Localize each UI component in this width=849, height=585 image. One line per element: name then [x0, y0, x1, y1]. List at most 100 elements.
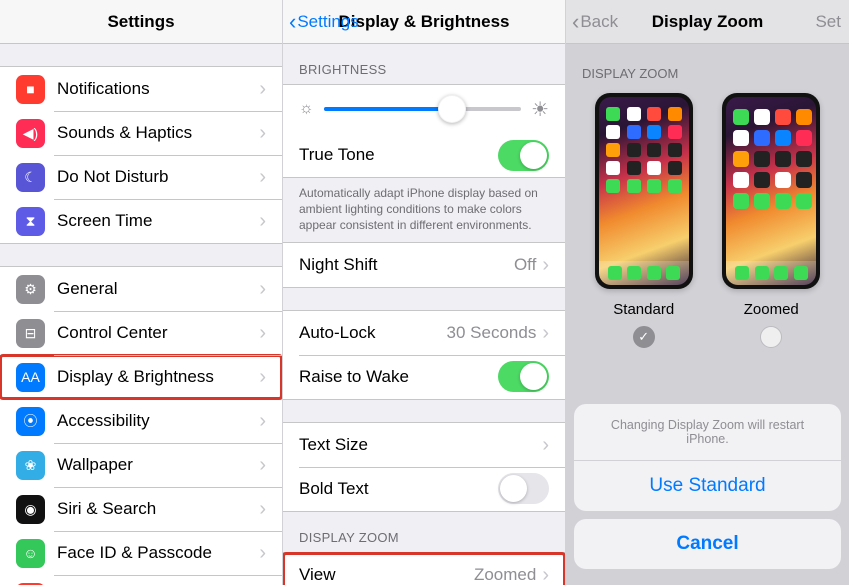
night-shift-value: Off	[514, 255, 536, 275]
auto-lock-row[interactable]: Auto-Lock 30 Seconds ›	[283, 311, 565, 355]
faceid-icon: ☺	[16, 539, 45, 568]
row-label: Siri & Search	[57, 499, 259, 519]
settings-row-display-brightness[interactable]: AA Display & Brightness›	[0, 355, 282, 399]
chevron-right-icon: ›	[259, 411, 266, 431]
display-zoom-header: DISPLAY ZOOM	[283, 512, 565, 552]
brightness-scroll[interactable]: BRIGHTNESS ☼ ☀ True Tone Automatically a…	[283, 44, 565, 585]
bold-text-label: Bold Text	[299, 479, 498, 499]
chevron-right-icon: ›	[259, 367, 266, 387]
chevron-right-icon: ›	[259, 123, 266, 143]
settings-row-do-not-disturb[interactable]: ☾ Do Not Disturb›	[0, 155, 282, 199]
chevron-right-icon: ›	[542, 323, 549, 343]
zoom-previews: Standard Zoomed	[566, 89, 849, 356]
chevron-right-icon: ›	[259, 499, 266, 519]
chevron-right-icon: ›	[542, 565, 549, 585]
settings-row-screen-time[interactable]: ⧗Screen Time›	[0, 199, 282, 243]
raise-to-wake-toggle[interactable]	[498, 361, 549, 392]
brightness-slider-row: ☼ ☀	[283, 85, 565, 133]
chevron-right-icon: ›	[259, 211, 266, 231]
standard-preview[interactable]: Standard	[595, 93, 693, 348]
bell-icon: ■	[16, 75, 45, 104]
nav-bar: ‹ Settings Display & Brightness	[283, 0, 565, 44]
zoomed-preview[interactable]: Zoomed	[722, 93, 820, 348]
row-label: Wallpaper	[57, 455, 259, 475]
sun-low-icon: ☼	[299, 100, 314, 118]
nav-title: Settings	[0, 12, 282, 32]
settings-row-general[interactable]: ⚙ General›	[0, 267, 282, 311]
chevron-right-icon: ›	[259, 79, 266, 99]
back-label: Back	[580, 12, 618, 32]
back-label: Settings	[297, 12, 358, 32]
settings-row-control-center[interactable]: ⊟ Control Center›	[0, 311, 282, 355]
back-button[interactable]: ‹ Back	[572, 11, 618, 33]
view-value: Zoomed	[474, 565, 536, 585]
auto-lock-value: 30 Seconds	[447, 323, 537, 343]
bold-text-row: Bold Text	[283, 467, 565, 511]
raise-to-wake-label: Raise to Wake	[299, 367, 498, 387]
row-label: Face ID & Passcode	[57, 543, 259, 563]
chevron-right-icon: ›	[259, 543, 266, 563]
use-standard-button[interactable]: Use Standard	[574, 461, 841, 511]
text-size-label: Text Size	[299, 435, 542, 455]
true-tone-row: True Tone	[283, 133, 565, 177]
siri-icon: ◉	[16, 495, 45, 524]
back-button[interactable]: ‹ Settings	[289, 11, 359, 33]
chevron-right-icon: ›	[259, 455, 266, 475]
standard-label: Standard	[613, 301, 674, 318]
display-brightness-pane: ‹ Settings Display & Brightness BRIGHTNE…	[283, 0, 566, 585]
true-tone-note: Automatically adapt iPhone display based…	[283, 178, 565, 242]
zoomed-radio[interactable]	[760, 326, 782, 348]
settings-row-wallpaper[interactable]: ❀Wallpaper›	[0, 443, 282, 487]
night-shift-label: Night Shift	[299, 255, 514, 275]
brightness-slider[interactable]	[324, 95, 521, 123]
display-zoom-section-header: DISPLAY ZOOM	[566, 44, 849, 89]
brightness-header: BRIGHTNESS	[283, 44, 565, 84]
text-size-row[interactable]: Text Size ›	[283, 423, 565, 467]
true-tone-label: True Tone	[299, 145, 498, 165]
night-shift-row[interactable]: Night Shift Off ›	[283, 243, 565, 287]
row-label: Control Center	[57, 323, 259, 343]
settings-row-face-id-passcode[interactable]: ☺ Face ID & Passcode›	[0, 531, 282, 575]
row-label: Display & Brightness	[57, 367, 259, 387]
settings-row-emergency-sos[interactable]: SOSEmergency SOS›	[0, 575, 282, 585]
nav-bar: Settings	[0, 0, 282, 44]
row-label: Accessibility	[57, 411, 259, 431]
view-row[interactable]: View Zoomed ›	[283, 553, 565, 585]
settings-row-siri-search[interactable]: ◉ Siri & Search›	[0, 487, 282, 531]
bold-text-toggle[interactable]	[498, 473, 549, 504]
row-label: General	[57, 279, 259, 299]
settings-row-notifications[interactable]: ■ Notifications›	[0, 67, 282, 111]
chevron-right-icon: ›	[259, 279, 266, 299]
control-icon: ⊟	[16, 319, 45, 348]
settings-row-sounds-haptics[interactable]: ◀) Sounds & Haptics›	[0, 111, 282, 155]
action-sheet: Changing Display Zoom will restart iPhon…	[566, 396, 849, 585]
auto-lock-label: Auto-Lock	[299, 323, 447, 343]
nav-bar: ‹ Back Display Zoom Set	[566, 0, 849, 44]
gear-icon: ⚙	[16, 275, 45, 304]
set-button[interactable]: Set	[815, 12, 841, 32]
raise-to-wake-row: Raise to Wake	[283, 355, 565, 399]
chevron-left-icon: ‹	[289, 11, 296, 33]
chevron-right-icon: ›	[542, 435, 549, 455]
aa-icon: AA	[16, 363, 45, 392]
sun-high-icon: ☀	[531, 97, 549, 122]
chevron-left-icon: ‹	[572, 11, 579, 33]
chevron-right-icon: ›	[259, 167, 266, 187]
cancel-button[interactable]: Cancel	[574, 519, 841, 569]
row-label: Notifications	[57, 79, 259, 99]
row-label: Do Not Disturb	[57, 167, 259, 187]
standard-radio[interactable]	[633, 326, 655, 348]
zoomed-label: Zoomed	[744, 301, 799, 318]
row-label: Sounds & Haptics	[57, 123, 259, 143]
settings-scroll[interactable]: ■Notifications›◀)Sounds & Haptics›☾Do No…	[0, 44, 282, 585]
chevron-right-icon: ›	[259, 323, 266, 343]
moon-icon: ☾	[16, 163, 45, 192]
row-label: Screen Time	[57, 211, 259, 231]
view-label: View	[299, 565, 474, 585]
settings-pane: Settings ■Notifications›◀)Sounds & Hapti…	[0, 0, 283, 585]
speaker-icon: ◀)	[16, 119, 45, 148]
display-zoom-pane: ‹ Back Display Zoom Set DISPLAY ZOOM Sta…	[566, 0, 849, 585]
true-tone-toggle[interactable]	[498, 140, 549, 171]
settings-row-accessibility[interactable]: ⦿ Accessibility›	[0, 399, 282, 443]
accessibility-icon: ⦿	[16, 407, 45, 436]
